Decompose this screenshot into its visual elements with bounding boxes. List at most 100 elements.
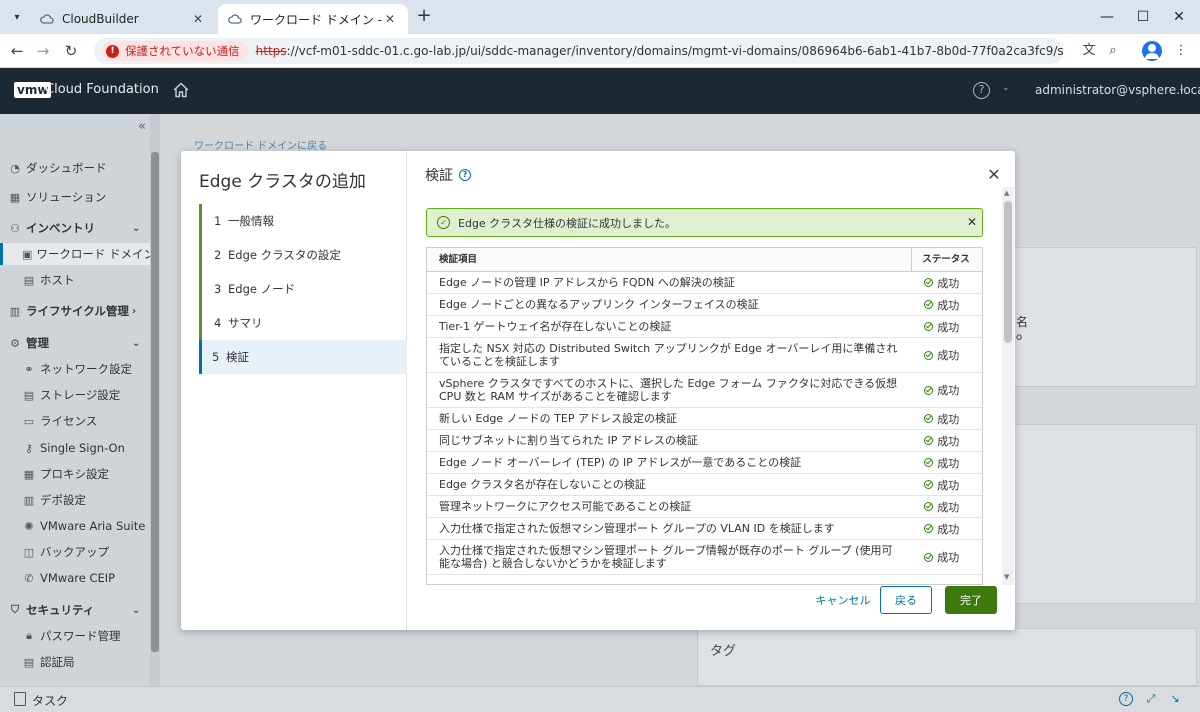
- sidebar-item-sso[interactable]: ⚷ Single Sign-On: [0, 437, 150, 459]
- finish-button[interactable]: 完了: [945, 586, 997, 614]
- sidebar-item-storage-settings[interactable]: ▤ ストレージ設定: [0, 384, 150, 406]
- sidebar-scrollbar[interactable]: [150, 114, 160, 686]
- status-text: 成功: [937, 551, 960, 564]
- sidebar-item-security[interactable]: ⛉ セキュリティ ⌄: [0, 599, 150, 621]
- step-number: 2: [214, 248, 222, 262]
- table-row[interactable]: 入力仕様で指定された仮想マシン管理ポート グループの VLAN ID を検証しま…: [427, 518, 982, 540]
- back-arrow-icon[interactable]: ←: [6, 40, 28, 62]
- maximize-icon[interactable]: ☐: [1128, 6, 1158, 28]
- validation-item: Edge ノード オーバーレイ (TEP) の IP アドレスが一意であることの…: [439, 456, 802, 469]
- table-row[interactable]: 同じサブネットに割り当てられた IP アドレスの検証 成功: [427, 430, 982, 452]
- url-field[interactable]: ! 保護されていない通信 https://vcf-m01-sddc-01.c.g…: [94, 38, 1064, 64]
- minimize-panel-icon[interactable]: ↘: [1168, 692, 1182, 706]
- table-row[interactable]: 入力仕様で指定された仮想マシン管理ポート グループ情報が既存のポート グループ …: [427, 540, 982, 575]
- back-button[interactable]: 戻る: [880, 586, 932, 614]
- phone-icon: ✆: [24, 571, 34, 585]
- breadcrumb-back-link[interactable]: ワークロード ドメインに戻る: [194, 137, 327, 152]
- table-row[interactable]: Edge ノードの管理 IP アドレスから FQDN への解決の検証 成功: [427, 272, 982, 294]
- chevron-down-icon[interactable]: ⌄: [1178, 84, 1186, 94]
- info-help-icon[interactable]: ?: [459, 169, 471, 181]
- wizard-step-summary[interactable]: 4 サマリ: [199, 306, 407, 340]
- sidebar-item-solutions[interactable]: ▦ ソリューション: [0, 186, 150, 208]
- workload-domain-icon: ▣: [22, 247, 33, 261]
- sidebar-item-lifecycle[interactable]: ▥ ライフサイクル管理 ›: [0, 300, 150, 322]
- scroll-up-icon[interactable]: ▲: [1004, 189, 1009, 197]
- reload-icon[interactable]: ↻: [60, 40, 82, 62]
- sidebar-item-hosts[interactable]: ▤ ホスト: [0, 269, 150, 291]
- validation-item: Edge ノードごとの異なるアップリンク インターフェイスの検証: [439, 298, 759, 311]
- validation-item: 入力仕様で指定された仮想マシン管理ポート グループの VLAN ID を検証しま…: [439, 522, 835, 535]
- step-label: Edge ノード: [228, 282, 296, 296]
- more-menu-icon[interactable]: ⋮: [1172, 42, 1190, 60]
- wizard-step-edge-nodes[interactable]: 3 Edge ノード: [199, 272, 407, 306]
- collapse-sidebar-icon[interactable]: «: [138, 119, 146, 134]
- column-header-status[interactable]: ステータス: [912, 248, 982, 271]
- modal-close-icon[interactable]: ✕: [986, 167, 1002, 183]
- tab-close-icon[interactable]: ✕: [190, 12, 206, 26]
- tab-search-chevron-icon[interactable]: ▾: [6, 6, 28, 28]
- sidebar-item-label: バックアップ: [40, 545, 109, 559]
- new-tab-plus-icon[interactable]: +: [414, 7, 434, 27]
- expand-icon[interactable]: ⤢: [1144, 692, 1158, 706]
- user-menu[interactable]: administrator@vsphere.local: [1035, 83, 1200, 97]
- zoom-icon[interactable]: ⌕: [1104, 42, 1122, 60]
- wizard-steps-panel: Edge クラスタの追加 1 一般情報 2 Edge クラスタの設定 3 Edg…: [181, 151, 407, 630]
- insecure-badge[interactable]: ! 保護されていない通信: [102, 41, 248, 61]
- wizard-step-cluster-settings[interactable]: 2 Edge クラスタの設定: [199, 238, 407, 272]
- sidebar-item-workload-domains[interactable]: ▣ ワークロード ドメイン: [0, 243, 155, 265]
- sidebar-item-certificate-authority[interactable]: ▤ 認証局: [0, 651, 150, 673]
- browser-tab-workload-domain[interactable]: ワークロード ドメイン - サマリ ✕: [218, 4, 408, 34]
- check-circle-icon: [924, 458, 934, 467]
- tags-title: タグ: [710, 644, 737, 659]
- scrollbar-thumb[interactable]: [1004, 201, 1012, 343]
- sidebar-item-licensing[interactable]: ▭ ライセンス: [0, 410, 150, 432]
- wizard-step-validation[interactable]: 5 検証: [199, 340, 407, 374]
- tasks-label[interactable]: タスク: [32, 692, 68, 709]
- translate-icon[interactable]: 文: [1080, 42, 1098, 60]
- table-row[interactable]: Edge ノード オーバーレイ (TEP) の IP アドレスが一意であることの…: [427, 452, 982, 474]
- table-row[interactable]: Edge ノードごとの異なるアップリンク インターフェイスの検証 成功: [427, 294, 982, 316]
- sidebar-item-backup[interactable]: ◫ バックアップ: [0, 541, 150, 563]
- home-icon[interactable]: [172, 81, 190, 99]
- sidebar-item-network-settings[interactable]: ⚭ ネットワーク設定: [0, 358, 150, 380]
- shield-icon: ⛉: [10, 603, 20, 616]
- browser-tab-cloudbuilder[interactable]: CloudBuilder ✕: [30, 4, 216, 34]
- alert-close-icon[interactable]: ✕: [967, 215, 977, 229]
- sidebar-item-dashboard[interactable]: ◔ ダッシュボード: [0, 157, 150, 179]
- column-header-item[interactable]: 検証項目: [427, 248, 913, 271]
- insecure-label: 保護されていない通信: [125, 44, 240, 58]
- tab-close-icon[interactable]: ✕: [382, 12, 398, 26]
- sidebar-item-label: VMware CEIP: [40, 571, 116, 585]
- scroll-down-icon[interactable]: ▼: [1004, 573, 1009, 581]
- cancel-button[interactable]: キャンセル: [808, 586, 878, 614]
- sidebar-item-depot[interactable]: ▥ デポ設定: [0, 489, 150, 511]
- sidebar-item-password-management[interactable]: 🔒︎ パスワード管理: [0, 625, 150, 647]
- cloud-favicon-icon: [228, 12, 242, 26]
- minimize-icon[interactable]: —: [1092, 6, 1122, 28]
- window-close-icon[interactable]: ✕: [1164, 6, 1194, 28]
- validation-item: 指定した NSX 対応の Distributed Switch アップリンクが …: [439, 342, 898, 368]
- sidebar-item-inventory[interactable]: ⚇ インベントリ ⌄: [0, 217, 150, 239]
- table-row[interactable]: 管理ネットワークにアクセス可能であることの検証 成功: [427, 496, 982, 518]
- profile-avatar-icon[interactable]: [1142, 41, 1162, 61]
- forward-arrow-icon[interactable]: →: [32, 40, 54, 62]
- table-row[interactable]: 新しい Edge ノードの TEP アドレス設定の検証 成功: [427, 408, 982, 430]
- wizard-step-general[interactable]: 1 一般情報: [199, 204, 407, 238]
- table-row[interactable]: Tier-1 ゲートウェイ名が存在しないことの検証 成功: [427, 316, 982, 338]
- table-row[interactable]: 指定した NSX 対応の Distributed Switch アップリンクが …: [427, 338, 982, 373]
- sidebar-item-aria-suite[interactable]: ✺ VMware Aria Suite: [0, 515, 150, 537]
- modal-scrollbar[interactable]: ▲ ▼: [1002, 187, 1014, 585]
- sidebar-item-administration[interactable]: ⚙ 管理 ⌄: [0, 332, 150, 354]
- help-icon[interactable]: ?: [1119, 692, 1133, 706]
- scrollbar-thumb[interactable]: [151, 152, 159, 652]
- certificate-icon: ▤: [23, 655, 35, 669]
- table-row[interactable]: Edge クラスタ名が存在しないことの検証 成功: [427, 474, 982, 496]
- clipboard-icon[interactable]: [14, 692, 26, 706]
- chevron-down-icon: ⌄: [132, 337, 141, 349]
- help-icon[interactable]: ?: [973, 82, 990, 99]
- sidebar-item-proxy[interactable]: ▦ プロキシ設定: [0, 463, 150, 485]
- table-row[interactable]: vSphere クラスタですべてのホストに、選択した Edge フォーム ファク…: [427, 373, 982, 408]
- sidebar-item-ceip[interactable]: ✆ VMware CEIP: [0, 567, 150, 589]
- sidebar-item-label: ダッシュボード: [26, 161, 107, 175]
- chevron-down-icon[interactable]: ⌄: [1002, 83, 1010, 93]
